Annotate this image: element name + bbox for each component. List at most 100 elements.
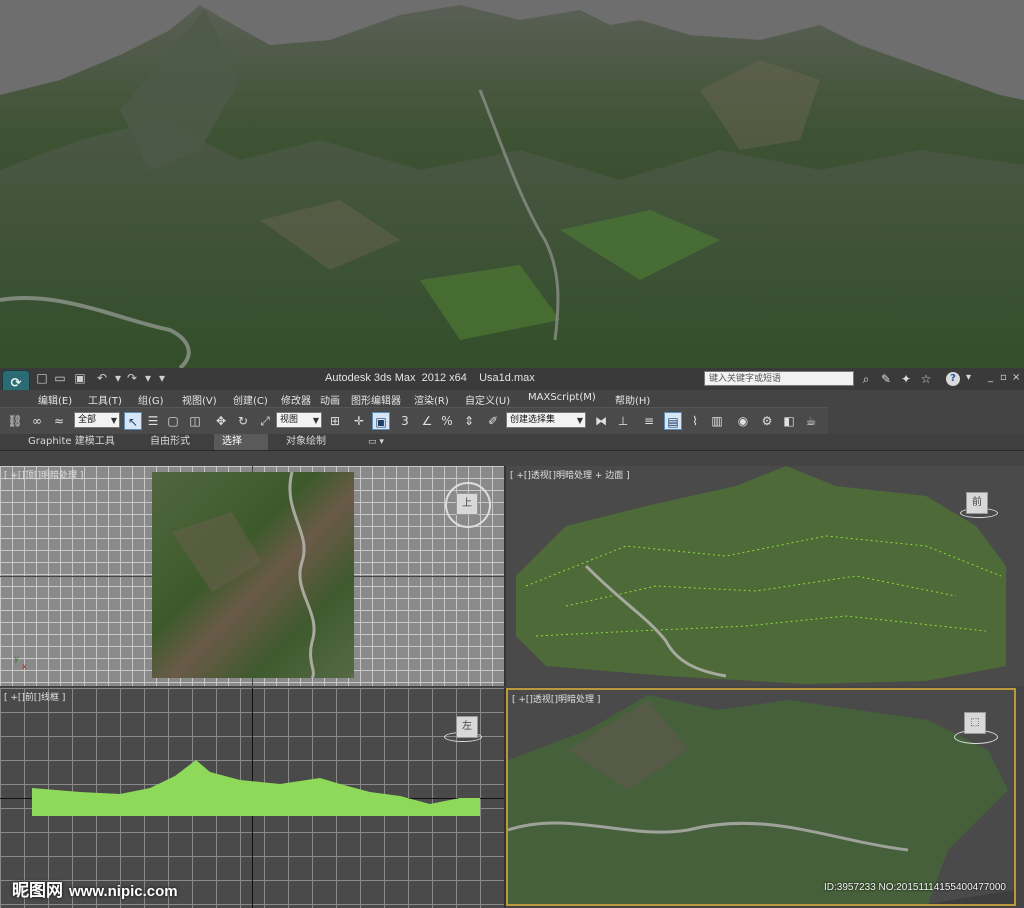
app-title-text: Autodesk 3ds Max 2012 x64 — [325, 372, 467, 384]
help-dropdown-icon[interactable]: ▾ — [966, 372, 971, 384]
river-top-svg — [172, 471, 316, 679]
snap-label: 3 — [401, 414, 409, 428]
graphite-ribbon: Graphite 建模工具 自由形式 选择 对象绘制 ▭ ▾ — [0, 434, 1024, 451]
minimize-icon[interactable]: _ — [988, 372, 993, 384]
watermark-id: ID:3957233 NO:20151114155400477000 — [823, 882, 1006, 893]
window-crossing-icon[interactable]: ◫ — [186, 412, 204, 430]
menu-create[interactable]: 创建(C) — [233, 392, 268, 407]
select-move-icon[interactable]: ✥ — [212, 412, 230, 430]
material-editor-icon[interactable]: ◉ — [734, 412, 752, 430]
menu-views[interactable]: 视图(V) — [182, 392, 217, 407]
viewport-top[interactable]: [ +[]顶[]明暗处理 ] 上 y x — [0, 466, 506, 686]
open-file-icon[interactable]: ▭ — [52, 371, 68, 386]
spinner-snap-icon[interactable]: ⇕ — [460, 412, 478, 430]
watermark-url: www.nipic.com — [69, 883, 178, 900]
viewport-perspective-edged[interactable]: [ +[]透视[]明暗处理 + 边面 ] 前 — [506, 466, 1024, 686]
wrench-icon[interactable]: ✎ — [878, 371, 894, 387]
view-cube-face-label: 前 — [972, 497, 982, 508]
menu-customize[interactable]: 自定义(U) — [465, 392, 510, 407]
terrain-profile-svg — [32, 760, 480, 816]
viewport-label-perspective-edged[interactable]: [ +[]透视[]明暗处理 + 边面 ] — [510, 468, 630, 481]
bind-space-warp-icon[interactable]: ≈ — [50, 412, 68, 430]
rendered-frame-window-icon[interactable]: ◧ — [780, 412, 798, 430]
tab-selection[interactable]: 选择 — [214, 434, 268, 450]
selection-filter-value: 全部 — [78, 415, 97, 425]
chevron-down-icon: ▼ — [312, 416, 319, 425]
render-icon[interactable]: ☕ — [802, 412, 820, 430]
viewport-label-front[interactable]: [ +[]前[]线框 ] — [4, 690, 65, 703]
search-input[interactable]: 键入关键字或短语 — [704, 371, 854, 386]
menu-rendering[interactable]: 渲染(R) — [414, 392, 449, 407]
axis-y-icon: y — [14, 654, 19, 663]
viewport-perspective-active[interactable]: [ +[]透视[]明暗处理 ] ⬚ — [506, 688, 1016, 906]
watermark-brand: 昵图网 www.nipic.com — [12, 876, 178, 901]
tab-object-paint[interactable]: 对象绘制 — [278, 434, 334, 450]
view-cube-icon[interactable]: 左 — [456, 716, 478, 738]
menu-edit[interactable]: 编辑(E) — [38, 392, 72, 407]
terrain-perspective-svg — [508, 695, 1014, 904]
graphite-ribbon-icon[interactable]: ▤ — [664, 412, 682, 430]
curve-editor-icon[interactable]: ⌇ — [686, 412, 704, 430]
view-cube-icon[interactable]: 前 — [966, 492, 988, 514]
percent-snap-icon[interactable]: % — [438, 412, 456, 430]
view-cube-icon[interactable]: 上 — [456, 493, 478, 515]
quick-access-dropdown-icon[interactable]: ▾ — [154, 371, 170, 386]
pivot-center-icon[interactable]: ⊞ — [326, 412, 344, 430]
scale-icon[interactable]: ⤢ — [256, 412, 274, 430]
named-selection-dropdown[interactable]: 创建选择集 ▼ — [506, 412, 586, 428]
reference-coordinate-dropdown[interactable]: 视图 ▼ — [276, 412, 322, 428]
tab-freeform[interactable]: 自由形式 — [142, 434, 198, 450]
view-cube-icon[interactable]: ⬚ — [964, 712, 986, 734]
align-icon[interactable]: ⊥ — [614, 412, 632, 430]
keyboard-shortcut-override-icon[interactable]: ▣ — [372, 412, 390, 430]
star-icon[interactable]: ☆ — [918, 371, 934, 387]
select-icon[interactable]: ↖ — [124, 412, 142, 430]
terrain-illustration — [0, 0, 1024, 368]
menu-tools[interactable]: 工具(T) — [88, 392, 122, 407]
snaps-toggle-icon[interactable]: 3 — [396, 412, 414, 430]
undo-icon[interactable]: ↶ — [94, 371, 110, 386]
terrain-top-view — [152, 471, 354, 679]
save-icon[interactable]: ▣ — [72, 371, 88, 386]
mirror-icon[interactable]: ⧓ — [592, 412, 610, 430]
app-window: ⟳ □ ▭ ▣ ↶ ▾ ↷ ▾ ▾ Autodesk 3ds Max 2012 … — [0, 368, 1024, 908]
unlink-icon[interactable]: ∞ — [28, 412, 46, 430]
terrain-perspective-edged-svg — [516, 466, 1006, 684]
close-icon[interactable]: × — [1012, 372, 1020, 384]
file-name: Usa1d.max — [479, 372, 535, 384]
menu-group[interactable]: 组(G) — [138, 392, 164, 407]
selection-filter-dropdown[interactable]: 全部 ▼ — [74, 412, 120, 428]
menu-maxscript[interactable]: MAXScript(M) — [528, 392, 596, 403]
rotate-icon[interactable]: ↻ — [234, 412, 252, 430]
tools-icon[interactable]: ✦ — [898, 371, 914, 387]
hero-terrain-render — [0, 0, 1024, 368]
select-manipulate-icon[interactable]: ✛ — [350, 412, 368, 430]
layer-manager-icon[interactable]: ≡ — [640, 412, 658, 430]
reference-coord-value: 视图 — [280, 415, 299, 425]
menu-help[interactable]: 帮助(H) — [615, 392, 650, 407]
schematic-view-icon[interactable]: ▥ — [708, 412, 726, 430]
chevron-down-icon: ▼ — [576, 416, 583, 425]
link-icon[interactable]: ⛓ — [6, 412, 24, 430]
angle-snap-icon[interactable]: ∠ — [418, 412, 436, 430]
menu-animation[interactable]: 动画 — [320, 392, 340, 407]
viewport-label-top[interactable]: [ +[]顶[]明暗处理 ] — [4, 468, 83, 481]
restore-icon[interactable]: ▫ — [1000, 372, 1007, 384]
title-bar: ⟳ □ ▭ ▣ ↶ ▾ ↷ ▾ ▾ Autodesk 3ds Max 2012 … — [0, 368, 1024, 398]
ribbon-options-icon[interactable]: ▭ ▾ — [360, 434, 392, 450]
edit-named-selection-icon[interactable]: ✐ — [484, 412, 502, 430]
menu-graph-editors[interactable]: 图形编辑器 — [351, 392, 401, 407]
view-cube-face-label: 左 — [462, 721, 472, 732]
binoculars-icon[interactable]: ⌕ — [858, 371, 874, 387]
render-setup-icon[interactable]: ⚙ — [758, 412, 776, 430]
select-by-name-icon[interactable]: ☰ — [144, 412, 162, 430]
help-icon[interactable]: ? — [946, 372, 960, 386]
new-file-icon[interactable]: □ — [34, 371, 50, 386]
main-toolbar: ⛓ ∞ ≈ 全部 ▼ ↖ ☰ ▢ ◫ ✥ ↻ ⤢ 视图 ▼ ⊞ ✛ ▣ 3 ∠ % … — [0, 407, 828, 435]
rectangular-selection-icon[interactable]: ▢ — [164, 412, 182, 430]
tab-graphite-modeling[interactable]: Graphite 建模工具 — [20, 434, 123, 450]
menu-modifiers[interactable]: 修改器 — [281, 392, 311, 407]
viewport-label-perspective[interactable]: [ +[]透视[]明暗处理 ] — [512, 692, 600, 705]
redo-icon[interactable]: ↷ — [124, 371, 140, 386]
viewport-front[interactable]: [ +[]前[]线框 ] 左 — [0, 688, 506, 908]
